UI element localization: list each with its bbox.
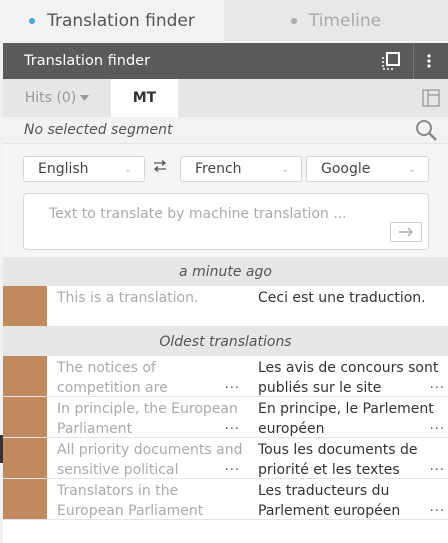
source-text: All priority documents and sensitive pol…: [47, 438, 243, 478]
recent-section-header: a minute ago: [3, 257, 448, 286]
chevron-down-icon: ⌄: [408, 163, 417, 175]
dropdown-caret-icon: [80, 95, 90, 101]
source-language-value: English: [38, 161, 89, 177]
segment-swatch: [3, 438, 47, 478]
list-item[interactable]: This is a translation. Ceci est une trad…: [3, 286, 448, 327]
sub-tab-bar: Hits (0) MT: [3, 79, 448, 117]
more-ellipsis[interactable]: ...: [425, 498, 445, 518]
translation-finder-panel: Translation finder Hits (0) MT No select…: [3, 43, 448, 543]
panel-header: Translation finder: [3, 43, 448, 79]
source-text-content: Translators in the European Parliament: [57, 483, 204, 519]
target-text-content: En principe, le Parlement européen: [258, 401, 434, 437]
inactive-dot-icon: [290, 17, 297, 24]
translation-list: a minute ago This is a translation. Ceci…: [3, 257, 448, 520]
chevron-down-icon: ⌄: [281, 163, 290, 175]
tab-hits-label: Hits (0): [24, 90, 77, 106]
tab-translation-finder[interactable]: Translation finder: [0, 0, 224, 41]
more-ellipsis[interactable]: ...: [220, 375, 240, 395]
list-item[interactable]: Translators in the European Parliament L…: [3, 479, 448, 520]
oldest-section-header: Oldest translations: [3, 327, 448, 356]
more-ellipsis[interactable]: ...: [425, 375, 445, 395]
list-item[interactable]: The notices of competition are... Les av…: [3, 356, 448, 397]
active-dot-icon: [29, 17, 36, 24]
source-text: In principle, the European Parliament...: [47, 397, 243, 437]
source-text: The notices of competition are...: [47, 356, 243, 396]
chevron-down-icon: ⌄: [124, 163, 133, 175]
target-text: Les avis de concours sont publiés sur le…: [243, 356, 448, 396]
mt-text-input[interactable]: Text to translate by machine translation…: [23, 193, 429, 250]
segment-swatch: [3, 356, 47, 396]
source-text-content: In principle, the European Parliament: [57, 401, 238, 437]
target-text: Ceci est une traduction.: [258, 290, 426, 306]
more-ellipsis[interactable]: ...: [425, 457, 445, 477]
mt-engine-value: Google: [321, 161, 371, 177]
source-text-content: All priority documents and sensitive pol…: [57, 442, 243, 478]
source-language-select[interactable]: English ⌄: [23, 156, 145, 182]
resize-handle[interactable]: [0, 435, 3, 463]
target-text-content: Les avis de concours sont publiés sur le…: [258, 360, 439, 396]
tab-hits[interactable]: Hits (0): [3, 79, 111, 117]
tab-label: Timeline: [308, 10, 382, 31]
status-text: No selected segment: [24, 122, 173, 138]
arrow-right-icon: [399, 227, 413, 237]
mt-engine-select[interactable]: Google ⌄: [306, 156, 429, 182]
tab-label: Translation finder: [47, 10, 195, 31]
target-text: En principe, le Parlement européen...: [243, 397, 448, 437]
list-item[interactable]: In principle, the European Parliament...…: [3, 397, 448, 438]
segment-swatch: [3, 397, 47, 437]
source-text: This is a translation.: [57, 290, 199, 306]
status-row: No selected segment: [3, 117, 448, 144]
tab-mt[interactable]: MT: [111, 79, 178, 117]
target-text: Les traducteurs du Parlement européen...: [243, 479, 448, 519]
translate-button[interactable]: [390, 222, 422, 242]
more-ellipsis[interactable]: ...: [425, 416, 445, 436]
segment-swatch: [3, 479, 47, 519]
target-text: Tous les documents de priorité et les te…: [243, 438, 448, 478]
panel-title: Translation finder: [24, 53, 151, 69]
search-icon[interactable]: [415, 119, 437, 145]
layout-panel-icon[interactable]: [422, 89, 440, 107]
segment-swatch: [3, 286, 47, 326]
target-text-content: Les traducteurs du Parlement européen: [258, 483, 401, 519]
target-language-value: French: [195, 161, 242, 177]
tab-timeline[interactable]: Timeline: [224, 0, 448, 41]
target-text-content: Tous les documents de priorité et les te…: [258, 442, 418, 478]
swap-icon[interactable]: [153, 160, 167, 176]
source-text-content: The notices of competition are: [57, 360, 168, 396]
more-ellipsis[interactable]: ...: [220, 457, 240, 477]
mt-text-placeholder: Text to translate by machine translation…: [49, 206, 347, 222]
more-ellipsis[interactable]: ...: [220, 416, 240, 436]
kebab-menu-icon[interactable]: [414, 43, 444, 79]
list-item[interactable]: All priority documents and sensitive pol…: [3, 438, 448, 479]
target-language-select[interactable]: French ⌄: [180, 156, 302, 182]
source-text: Translators in the European Parliament: [47, 479, 243, 519]
maximize-icon[interactable]: [376, 43, 406, 79]
tab-mt-label: MT: [132, 90, 157, 106]
top-tab-bar: Translation finder Timeline: [0, 0, 448, 41]
